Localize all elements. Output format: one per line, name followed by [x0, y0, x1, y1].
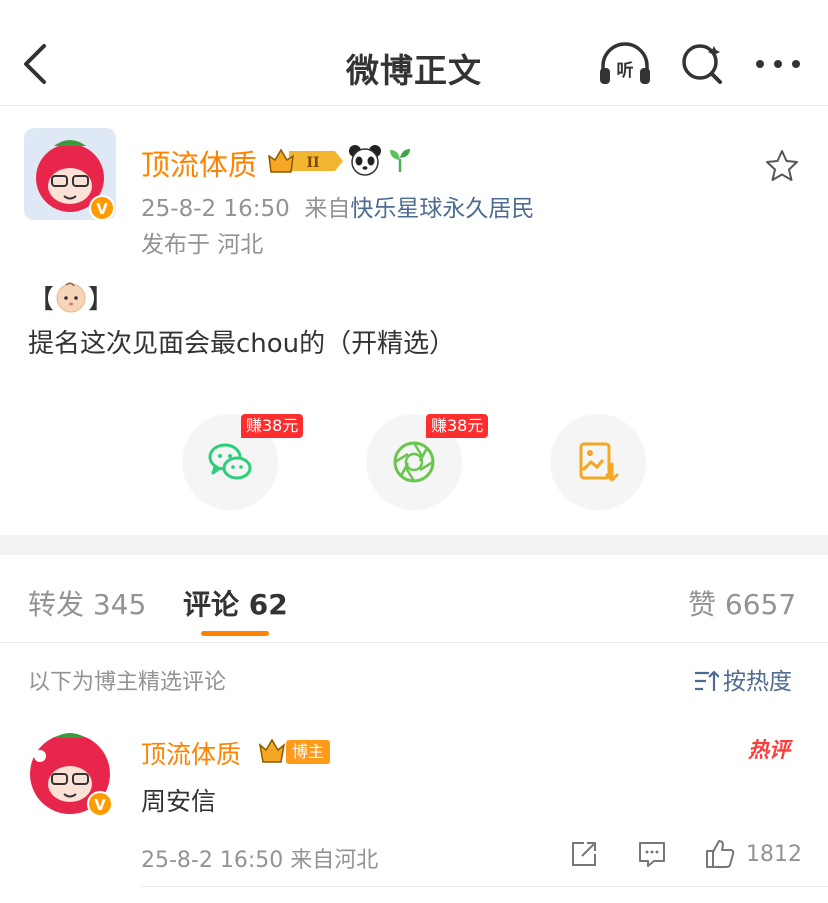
featured-comments-note: 以下为博主精选评论: [28, 670, 227, 695]
author-name[interactable]: 顶流体质: [141, 142, 257, 184]
comment-share-icon[interactable]: [568, 838, 600, 870]
search-icon[interactable]: [676, 40, 732, 88]
hot-comment-tag: 热评: [748, 738, 790, 762]
tab-comments[interactable]: 评论 62: [183, 583, 288, 623]
crown-rank-icon: [258, 737, 286, 765]
crown-rank-badge-icon[interactable]: II: [267, 146, 345, 176]
comment-text: 周安信: [141, 787, 217, 816]
comment-like-count: 1812: [746, 842, 802, 867]
bracket-open: 【: [28, 285, 55, 315]
svg-text:听: 听: [617, 60, 634, 81]
post-time: 25-8-2 16:50: [141, 196, 290, 222]
tab-repost[interactable]: 转发 345: [28, 583, 146, 623]
listen-headphones-icon[interactable]: 听: [597, 40, 653, 88]
tab-likes[interactable]: 赞 6657: [688, 583, 796, 623]
author-avatar[interactable]: V: [24, 128, 116, 221]
bracket-close: 】: [88, 285, 115, 315]
comment-author-name[interactable]: 顶流体质: [141, 735, 241, 771]
moments-aperture-icon: [393, 441, 435, 483]
thumbs-up-icon[interactable]: [704, 838, 736, 870]
post-text-line1: 【】: [28, 278, 798, 322]
wechat-icon: [208, 443, 252, 480]
sort-label: 按热度: [723, 669, 792, 695]
sprout-icon: [388, 147, 412, 173]
comment-divider: [141, 886, 828, 887]
post-text-line2: 提名这次见面会最chou的（开精选）: [28, 329, 456, 359]
comment-meta: 25-8-2 16:50 来自河北: [141, 848, 379, 873]
top-nav-bar: 微博正文 听: [0, 0, 828, 106]
source-prefix: 来自: [304, 196, 351, 222]
post-meta: 25-8-2 16:50 来自快乐星球永久居民: [141, 189, 534, 223]
comment-author-avatar[interactable]: V: [24, 726, 116, 818]
sort-by-hot-button[interactable]: 按热度: [693, 662, 792, 695]
active-tab-indicator: [201, 631, 269, 636]
comment-reply-icon[interactable]: [636, 838, 668, 870]
svg-text:II: II: [306, 155, 319, 171]
baby-emoji-icon: [54, 280, 88, 314]
more-options-icon[interactable]: [750, 40, 806, 88]
svg-text:V: V: [96, 200, 108, 218]
favorite-star-icon[interactable]: [764, 148, 800, 184]
tab-divider: [0, 642, 828, 643]
blogger-tag: 博主: [286, 740, 331, 764]
save-image-icon: [579, 442, 619, 482]
post-body: 【】 提名这次见面会最chou的（开精选）: [28, 278, 798, 366]
post-location: 发布于 河北: [141, 232, 264, 258]
panda-icon: [348, 144, 382, 176]
svg-text:V: V: [94, 796, 106, 814]
sort-icon: [695, 670, 720, 691]
post-source-link[interactable]: 快乐星球永久居民: [350, 196, 534, 222]
section-divider: [0, 535, 828, 555]
wechat-earn-badge: 赚38元: [241, 414, 304, 438]
save-image-button[interactable]: [550, 414, 646, 510]
moments-earn-badge: 赚38元: [426, 414, 489, 438]
